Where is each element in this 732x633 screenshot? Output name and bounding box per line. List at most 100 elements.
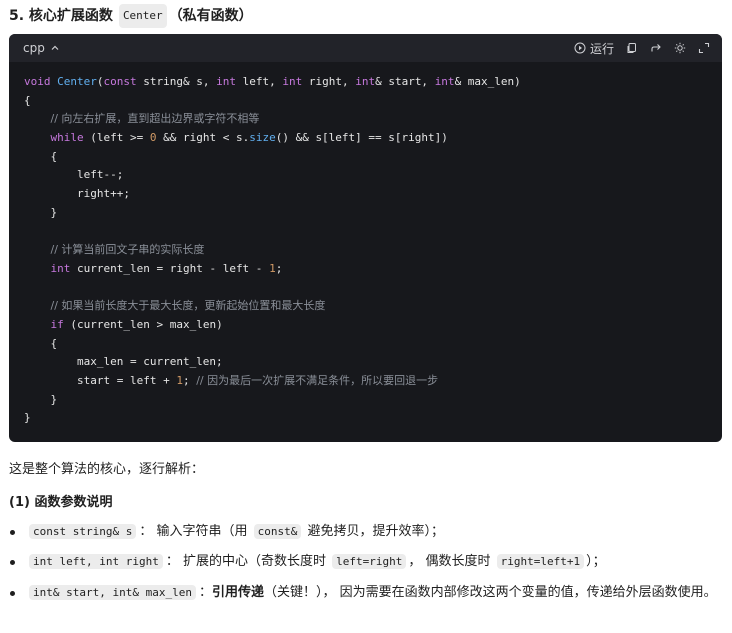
theme-icon[interactable] xyxy=(674,42,686,54)
param-code: int left, int right xyxy=(29,554,163,569)
copy-icon[interactable] xyxy=(626,42,638,54)
code-text: start = left + xyxy=(24,374,177,387)
bullet-text: const string& s： 输入字符串（用 const& 避免拷贝，提升效… xyxy=(29,521,444,543)
code-line: right++; xyxy=(24,185,722,204)
code-block: cpp 运行 void Center(const string& s, int … xyxy=(9,34,722,442)
code-line: // 向左右扩展，直到超出边界或字符不相等 xyxy=(24,110,722,129)
chevron-up-icon xyxy=(49,42,61,54)
inline-code: right=left+1 xyxy=(496,554,585,569)
bullet-desc: ， 偶数长度时 xyxy=(408,554,495,569)
code-line: start = left + 1; // 因为最后一次扩展不满足条件，所以要回退… xyxy=(24,372,722,391)
code-text: (left >= xyxy=(83,131,150,145)
code-text: && right < s. xyxy=(156,131,250,145)
section-heading: 5. 核心扩展函数 Center （私有函数） xyxy=(9,4,253,28)
code-comment: // 计算当前回文子串的实际长度 xyxy=(50,243,205,257)
code-number: 1 xyxy=(176,374,183,387)
code-content: void Center(const string& s, int left, i… xyxy=(9,62,722,428)
bullet-dot xyxy=(9,521,29,543)
run-label: 运行 xyxy=(589,41,614,56)
code-keyword: int xyxy=(355,75,376,88)
code-line: { xyxy=(24,335,722,354)
bullet-text: int left, int right： 扩展的中心（奇数长度时 left=ri… xyxy=(29,551,606,573)
code-comment: // 如果当前长度大于最大长度，更新起始位置和最大长度 xyxy=(50,299,326,313)
code-function: size xyxy=(249,131,276,145)
code-toolbar: 运行 xyxy=(574,40,710,57)
code-line: void Center(const string& s, int left, i… xyxy=(24,73,722,92)
code-keyword: const xyxy=(103,75,137,88)
bullet-dot xyxy=(9,582,29,604)
code-comment: // 因为最后一次扩展不满足条件，所以要回退一步 xyxy=(196,374,439,387)
bullet-desc: （关键！）， 因为需要在函数内部修改这两个变量的值，传递给外层函数使用。 xyxy=(263,585,717,600)
code-text: ; xyxy=(182,374,197,387)
code-line: { xyxy=(24,148,722,167)
heading-code: Center xyxy=(118,4,167,28)
code-line: } xyxy=(24,391,722,410)
code-line: // 计算当前回文子串的实际长度 xyxy=(24,241,722,260)
code-text: { xyxy=(24,336,58,350)
code-line: // 如果当前长度大于最大长度，更新起始位置和最大长度 xyxy=(24,297,722,316)
code-keyword: while xyxy=(50,131,84,145)
list-item: const string& s： 输入字符串（用 const& 避免拷贝，提升效… xyxy=(9,521,719,543)
bullet-desc: ： 扩展的中心（奇数长度时 xyxy=(165,554,331,569)
code-text: ; xyxy=(275,261,283,275)
share-icon[interactable] xyxy=(650,42,662,54)
heading-suffix: （私有函数） xyxy=(168,8,253,24)
code-text: { xyxy=(24,149,58,163)
code-keyword: int xyxy=(434,75,455,88)
code-text: current_len = right - left - xyxy=(70,261,270,275)
bullet-dot xyxy=(9,551,29,573)
expand-icon[interactable] xyxy=(698,42,710,54)
code-number: 1 xyxy=(269,261,276,275)
code-line: if (current_len > max_len) xyxy=(24,316,722,335)
inline-code: left=right xyxy=(332,554,407,569)
heading-prefix: 5. 核心扩展函数 xyxy=(9,8,113,24)
code-text: () && s[left] == s[right]) xyxy=(275,131,448,145)
language-toggle[interactable]: cpp xyxy=(23,41,61,55)
param-code: int& start, int& max_len xyxy=(29,585,196,600)
code-keyword: int xyxy=(282,75,303,88)
code-line: } xyxy=(24,204,722,223)
code-comment: // 向左右扩展，直到超出边界或字符不相等 xyxy=(50,112,260,126)
bullet-desc: ： xyxy=(198,585,212,600)
subheading: (1) 函数参数说明 xyxy=(9,495,113,510)
code-keyword: int xyxy=(50,261,71,275)
code-text: } xyxy=(24,411,31,425)
inline-code: const& xyxy=(253,524,302,539)
code-text: } xyxy=(24,205,58,219)
code-text: right++; xyxy=(24,187,130,201)
code-text: & start, xyxy=(375,75,435,88)
code-line: max_len = current_len; xyxy=(24,353,722,372)
code-keyword: if xyxy=(50,317,64,331)
code-keyword: int xyxy=(216,75,236,88)
bold-text: 引用传递 xyxy=(211,585,264,600)
bullet-desc: ： 输入字符串（用 xyxy=(139,524,252,539)
code-function: Center xyxy=(57,75,97,88)
code-text: right, xyxy=(302,75,356,88)
code-line: } xyxy=(24,409,722,428)
code-text: & max_len) xyxy=(454,75,521,88)
bullet-desc: ）； xyxy=(586,554,606,569)
code-text: string& s, xyxy=(136,75,217,88)
run-button[interactable]: 运行 xyxy=(574,40,614,57)
code-text: } xyxy=(24,392,58,406)
code-text: ( xyxy=(96,75,104,88)
bullet-text: int& start, int& max_len ：引用传递（关键！）， 因为需要… xyxy=(29,582,717,604)
code-line: { xyxy=(24,92,722,111)
code-line: while (left >= 0 && right < s.size() && … xyxy=(24,129,722,148)
code-line: int current_len = right - left - 1; xyxy=(24,260,722,279)
explanation-text: 这是整个算法的核心，逐行解析： xyxy=(9,462,205,477)
code-text: max_len = current_len; xyxy=(24,355,223,369)
code-header: cpp 运行 xyxy=(9,34,722,62)
list-item: int& start, int& max_len ：引用传递（关键！）， 因为需要… xyxy=(9,582,721,604)
param-code: const string& s xyxy=(29,524,137,539)
code-text: { xyxy=(24,93,31,107)
code-line: left--; xyxy=(24,166,722,185)
